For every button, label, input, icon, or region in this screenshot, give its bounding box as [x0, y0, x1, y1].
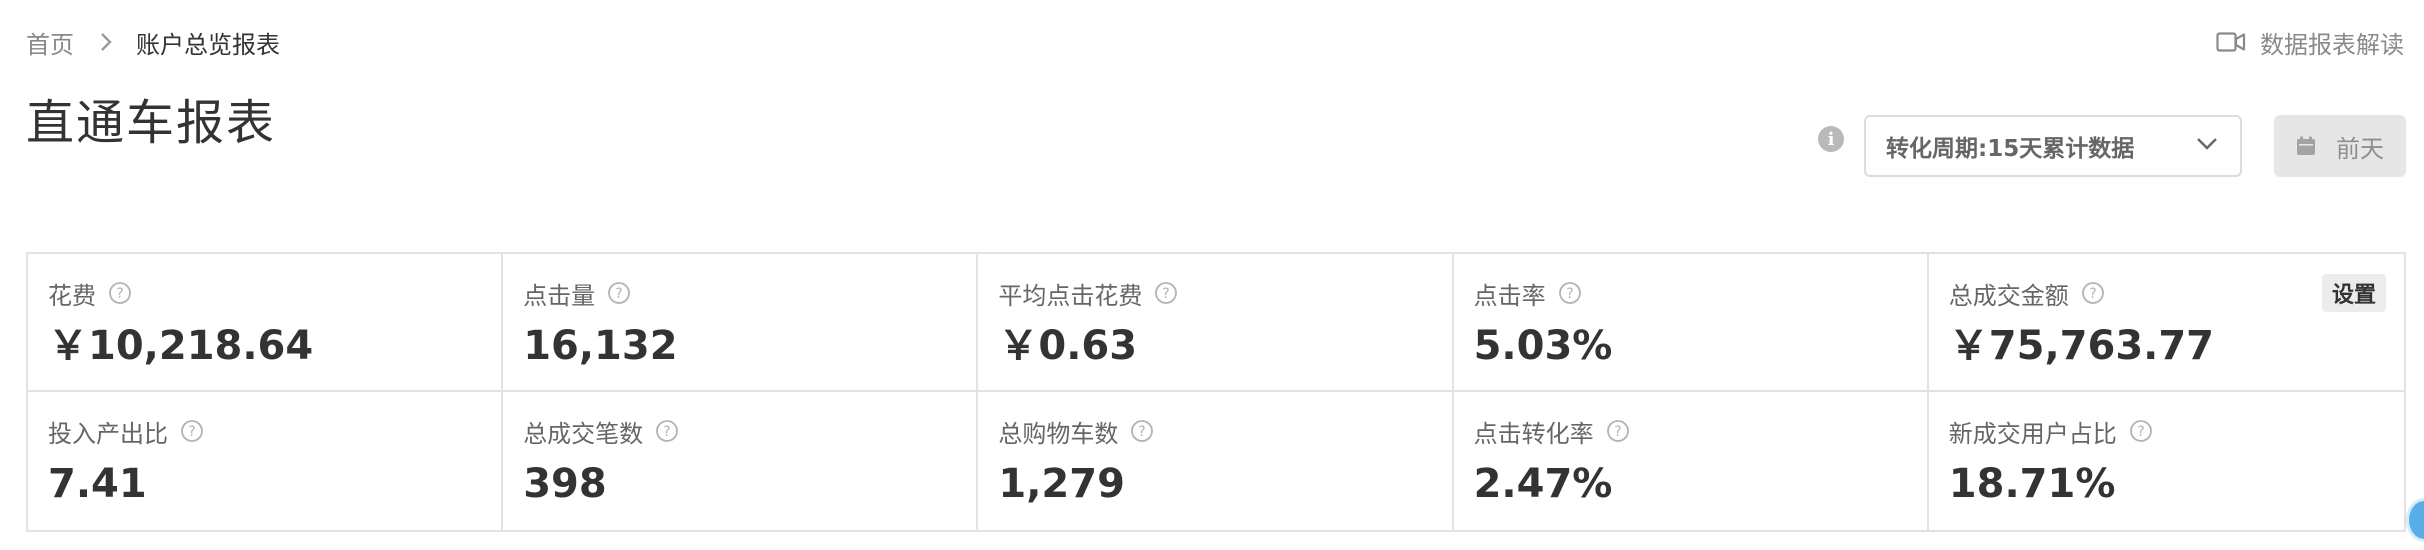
svg-text:?: ?	[1614, 424, 1621, 440]
date-picker-button[interactable]: 前天	[2274, 115, 2406, 177]
svg-text:?: ?	[116, 286, 123, 302]
video-icon	[2216, 31, 2246, 53]
metric-label: 总成交金额	[1948, 281, 2069, 310]
metrics-grid: 花费 ? ￥10,218.64 点击量 ? 16,132 平均点击花费 ? ￥0…	[26, 252, 2406, 532]
metric-value: 398	[523, 461, 607, 507]
settings-button[interactable]: 设置	[2322, 274, 2386, 312]
metric-cost[interactable]: 花费 ? ￥10,218.64	[28, 254, 504, 392]
report-guide-link[interactable]: 数据报表解读	[2216, 24, 2404, 60]
svg-text:?: ?	[663, 424, 670, 440]
breadcrumb-home-link[interactable]: 首页	[26, 25, 74, 60]
svg-text:?: ?	[1139, 424, 1146, 440]
info-icon[interactable]: i	[1818, 126, 1844, 152]
question-icon[interactable]: ?	[2129, 419, 2153, 443]
metric-clicks[interactable]: 点击量 ? 16,132	[503, 254, 979, 392]
metric-label: 新成交用户占比	[1948, 419, 2117, 448]
svg-text:?: ?	[1163, 286, 1170, 302]
metric-ctr[interactable]: 点击率 ? 5.03%	[1453, 254, 1929, 392]
question-icon[interactable]: ?	[2081, 281, 2105, 305]
chevron-down-icon	[2196, 137, 2218, 151]
question-icon[interactable]: ?	[607, 281, 631, 305]
date-picker-label: 前天	[2336, 134, 2384, 163]
question-icon[interactable]: ?	[1558, 281, 1582, 305]
page-title: 直通车报表	[26, 95, 277, 151]
question-icon[interactable]: ?	[1130, 419, 1154, 443]
question-icon[interactable]: ?	[655, 419, 679, 443]
conversion-period-value: 转化周期:15天累计数据	[1886, 136, 2135, 162]
metric-label: 平均点击花费	[998, 281, 1143, 310]
metric-label: 点击量	[523, 281, 596, 310]
metric-conversion-rate[interactable]: 点击转化率 ? 2.47%	[1454, 392, 1929, 530]
metric-label: 总成交笔数	[523, 419, 644, 448]
question-icon[interactable]: ?	[1154, 281, 1178, 305]
svg-text:?: ?	[2089, 286, 2096, 302]
conversion-period-select[interactable]: 转化周期:15天累计数据	[1864, 115, 2242, 177]
svg-text:?: ?	[1566, 286, 1573, 302]
metric-label: 花费	[48, 281, 96, 310]
metric-value: 1,279	[998, 461, 1125, 507]
calendar-icon	[2296, 136, 2316, 156]
metric-avg-cpc[interactable]: 平均点击花费 ? ￥0.63	[978, 254, 1454, 392]
report-guide-label: 数据报表解读	[2260, 30, 2404, 59]
chevron-right-icon	[100, 32, 112, 52]
question-icon[interactable]: ?	[1606, 419, 1630, 443]
metric-value: 18.71%	[1948, 461, 2116, 507]
metric-value: ￥0.63	[998, 323, 1138, 369]
metric-value: 16,132	[523, 323, 678, 369]
metric-value: 5.03%	[1473, 323, 1613, 369]
breadcrumb: 首页 账户总览报表	[26, 24, 280, 60]
breadcrumb-current: 账户总览报表	[136, 30, 280, 59]
metric-label: 点击转化率	[1473, 419, 1594, 448]
report-page: 首页 账户总览报表 数据报表解读 直通车报表 i 转化周期:15天累计数据 前天…	[0, 0, 2424, 550]
svg-text:?: ?	[615, 286, 622, 302]
svg-text:?: ?	[188, 424, 195, 440]
metric-gmv[interactable]: 总成交金额 ? ￥75,763.77 设置	[1928, 254, 2404, 392]
metric-orders[interactable]: 总成交笔数 ? 398	[503, 392, 979, 530]
metric-value: ￥10,218.64	[48, 323, 314, 369]
question-icon[interactable]: ?	[108, 281, 132, 305]
metric-label: 点击率	[1473, 281, 1546, 310]
metric-new-buyer-share[interactable]: 新成交用户占比 ? 18.71%	[1929, 392, 2404, 530]
metric-label: 投入产出比	[48, 419, 168, 448]
metric-value: 2.47%	[1473, 461, 1613, 507]
question-icon[interactable]: ?	[180, 419, 204, 443]
metric-label: 总购物车数	[998, 419, 1119, 448]
svg-text:?: ?	[2137, 424, 2144, 440]
metric-roi[interactable]: 投入产出比 ? 7.41	[28, 392, 504, 530]
metric-cart-adds[interactable]: 总购物车数 ? 1,279	[978, 392, 1454, 530]
metric-value: ￥75,763.77	[1948, 323, 2215, 369]
floating-assistant-avatar[interactable]	[2406, 498, 2424, 542]
metric-value: 7.41	[48, 461, 147, 507]
